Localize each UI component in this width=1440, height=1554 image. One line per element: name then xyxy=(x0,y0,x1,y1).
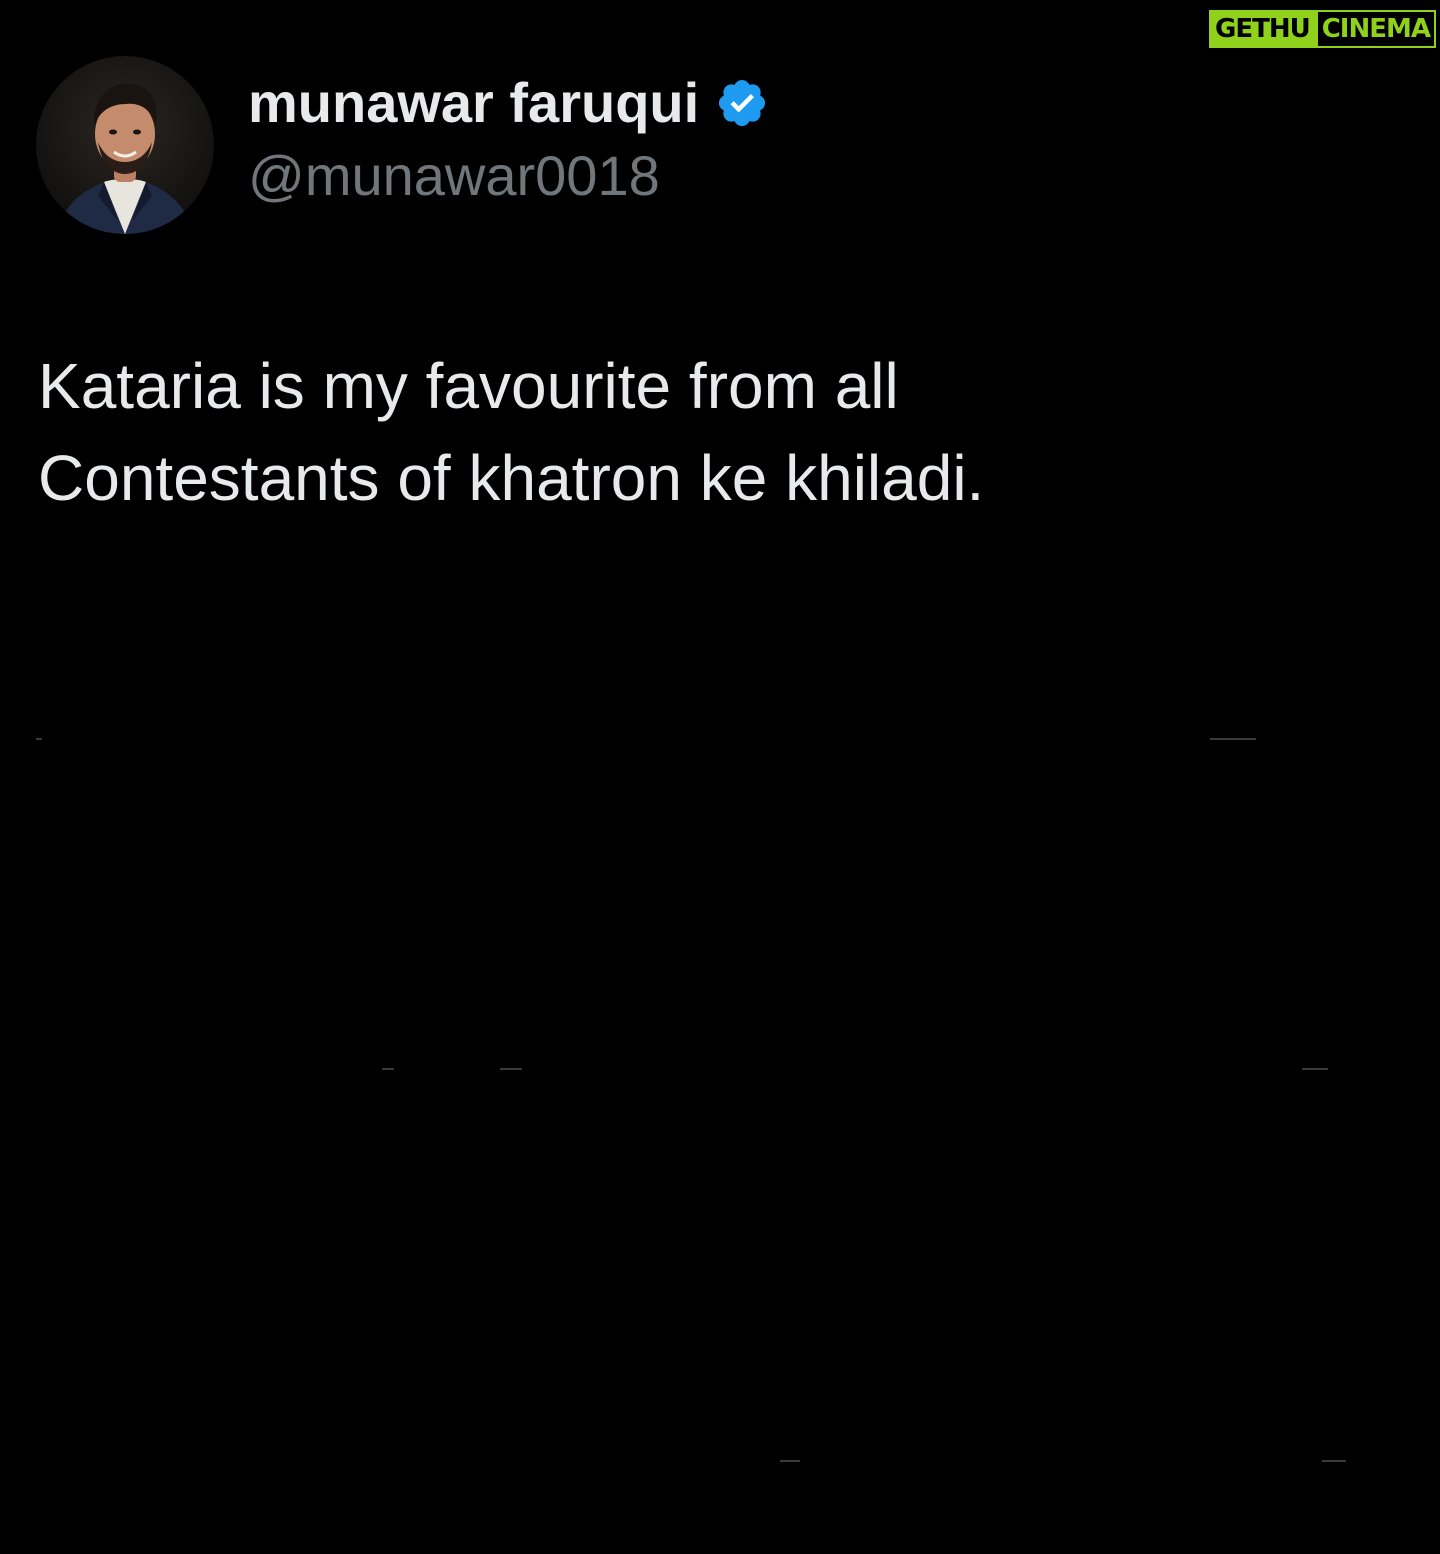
author-names: munawar faruqui @munawar0018 xyxy=(248,68,769,212)
divider-artifact xyxy=(36,738,42,740)
display-name-row: munawar faruqui xyxy=(248,68,769,138)
verified-badge-icon xyxy=(719,79,766,127)
divider-artifact xyxy=(382,1068,394,1070)
tweet-text: Kataria is my favourite from all Contest… xyxy=(38,340,1338,524)
avatar[interactable] xyxy=(36,56,214,234)
tweet-header: munawar faruqui @munawar0018 xyxy=(36,56,769,234)
display-name[interactable]: munawar faruqui xyxy=(248,68,699,138)
tweet-text-line2: Contestants of khatron ke khiladi. xyxy=(38,442,985,514)
watermark-part1: GETHU xyxy=(1209,10,1316,48)
tweet-text-line1: Kataria is my favourite from all xyxy=(38,350,899,422)
divider-artifact xyxy=(1322,1460,1346,1462)
handle[interactable]: @munawar0018 xyxy=(248,140,769,212)
watermark-part2: CINEMA xyxy=(1315,10,1436,48)
avatar-image xyxy=(36,56,214,234)
divider-artifact xyxy=(500,1068,522,1070)
divider-artifact xyxy=(1302,1068,1328,1070)
watermark-logo: GETHU CINEMA xyxy=(1209,10,1436,48)
divider-artifact xyxy=(780,1460,800,1462)
divider-artifact xyxy=(1210,738,1256,740)
